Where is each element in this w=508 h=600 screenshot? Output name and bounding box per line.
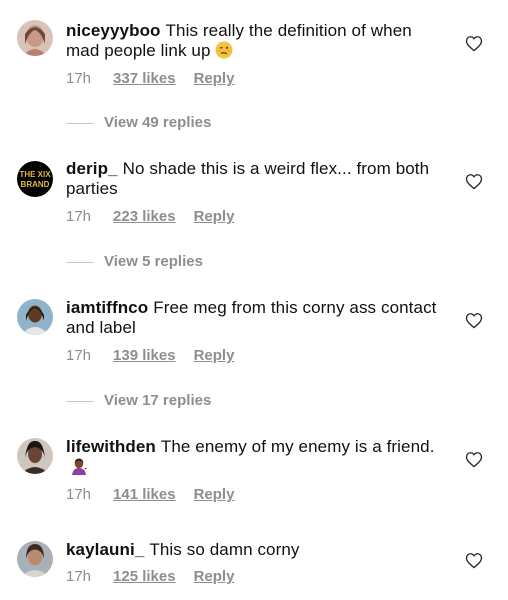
- comment-text: iamtiffnco Free meg from this corny ass c…: [66, 298, 444, 338]
- person-tipping-hand-icon: [70, 457, 88, 475]
- comment-meta: 17h 139 likes Reply: [66, 347, 234, 364]
- brand-logo-icon: THE XIX BRAND: [17, 161, 53, 197]
- comment-meta: 17h 337 likes Reply: [66, 70, 234, 87]
- avatar[interactable]: [17, 20, 53, 56]
- view-replies-label: View 49 replies: [104, 114, 212, 131]
- heart-outline-icon[interactable]: [465, 312, 483, 329]
- comment-body: The enemy of my enemy is a friend.: [160, 437, 435, 456]
- svg-text:THE XIX: THE XIX: [19, 170, 51, 179]
- heart-outline-icon[interactable]: [465, 552, 483, 569]
- avatar[interactable]: [17, 438, 53, 474]
- comment-username[interactable]: kaylauni_: [66, 540, 144, 559]
- divider-line: [66, 122, 94, 124]
- avatar[interactable]: [17, 541, 53, 577]
- woozy-face-icon: [215, 41, 233, 59]
- avatar-photo-icon: [17, 20, 53, 56]
- comment-time: 17h: [66, 70, 92, 87]
- comment-username[interactable]: lifewithden: [66, 437, 156, 456]
- comment-username[interactable]: niceyyyboo: [66, 21, 161, 40]
- view-replies-link[interactable]: View 5 replies: [66, 253, 203, 270]
- comment-meta: 17h 223 likes Reply: [66, 208, 234, 225]
- comment-time: 17h: [66, 208, 92, 225]
- comment-meta: 17h 141 likes Reply: [66, 486, 234, 503]
- avatar[interactable]: [17, 299, 53, 335]
- reply-button[interactable]: Reply: [194, 347, 235, 364]
- comment-time: 17h: [66, 486, 92, 503]
- view-replies-link[interactable]: View 49 replies: [66, 114, 211, 131]
- comment-username[interactable]: iamtiffnco: [66, 298, 148, 317]
- comment-time: 17h: [66, 568, 92, 585]
- reply-button[interactable]: Reply: [194, 568, 235, 585]
- likes-count[interactable]: 139 likes: [113, 347, 176, 364]
- avatar-photo-icon: [17, 438, 53, 474]
- heart-outline-icon[interactable]: [465, 451, 483, 468]
- comment-text: lifewithden The enemy of my enemy is a fr…: [66, 437, 444, 477]
- divider-line: [66, 261, 94, 263]
- heart-outline-icon[interactable]: [465, 173, 483, 190]
- avatar-photo-icon: [17, 541, 53, 577]
- comment-time: 17h: [66, 347, 92, 364]
- comment-username[interactable]: derip_: [66, 159, 118, 178]
- reply-button[interactable]: Reply: [194, 70, 235, 87]
- likes-count[interactable]: 223 likes: [113, 208, 176, 225]
- view-replies-link[interactable]: View 17 replies: [66, 392, 211, 409]
- comment-body: No shade this is a weird flex... from bo…: [66, 159, 430, 198]
- comment-text: kaylauni_ This so damn corny: [66, 540, 444, 560]
- view-replies-label: View 5 replies: [104, 253, 203, 270]
- view-replies-label: View 17 replies: [104, 392, 212, 409]
- comment-text: derip_ No shade this is a weird flex... f…: [66, 159, 444, 199]
- reply-button[interactable]: Reply: [194, 208, 235, 225]
- avatar-photo-icon: [17, 299, 53, 335]
- comment-body: This so damn corny: [149, 540, 300, 559]
- heart-outline-icon[interactable]: [465, 35, 483, 52]
- likes-count[interactable]: 141 likes: [113, 486, 176, 503]
- comment-meta: 17h 125 likes Reply: [66, 568, 234, 585]
- svg-text:BRAND: BRAND: [21, 180, 50, 189]
- comment-text: niceyyyboo This really the definition of …: [66, 21, 444, 61]
- likes-count[interactable]: 337 likes: [113, 70, 176, 87]
- reply-button[interactable]: Reply: [194, 486, 235, 503]
- avatar[interactable]: THE XIX BRAND: [17, 161, 53, 197]
- divider-line: [66, 400, 94, 402]
- likes-count[interactable]: 125 likes: [113, 568, 176, 585]
